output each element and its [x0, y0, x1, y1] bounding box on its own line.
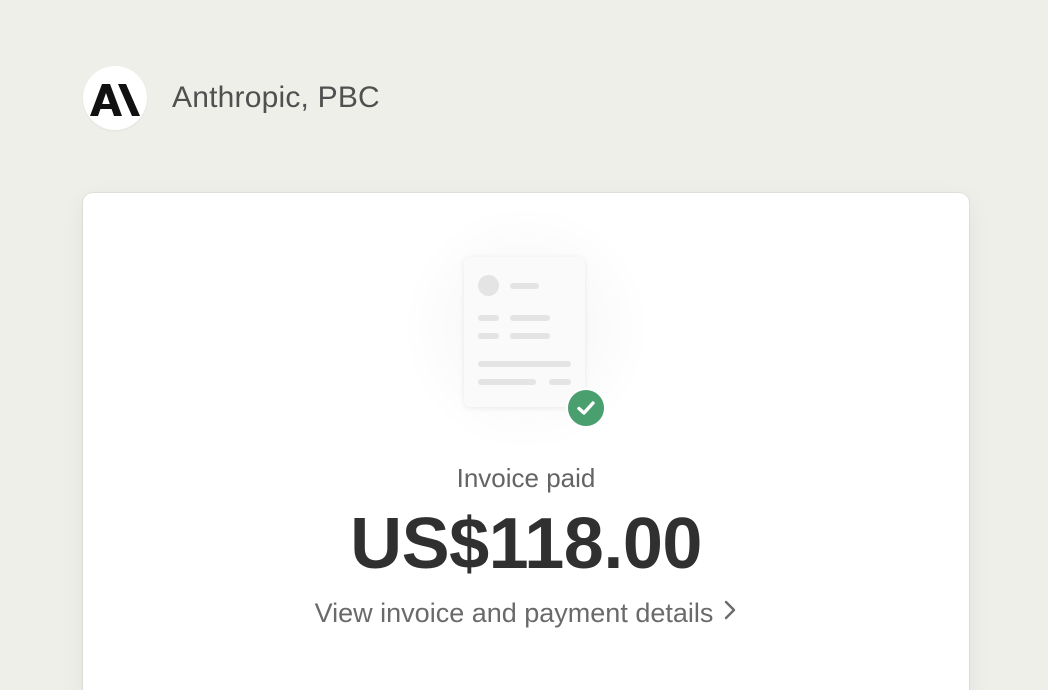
invoice-status: Invoice paid	[456, 463, 596, 493]
invoice-illustration	[396, 203, 656, 453]
merchant-header: Anthropic, PBC	[83, 66, 380, 130]
doc-line	[510, 333, 550, 339]
anthropic-logo-icon	[83, 66, 147, 130]
check-circle-icon	[566, 388, 606, 428]
doc-line	[478, 379, 536, 385]
invoice-document-icon	[464, 257, 585, 407]
doc-line	[549, 379, 571, 385]
doc-line	[478, 333, 499, 339]
view-invoice-details-link[interactable]: View invoice and payment details	[83, 598, 969, 629]
details-link-label: View invoice and payment details	[314, 598, 714, 628]
doc-line	[478, 315, 499, 321]
checkout-page: Anthropic, PBC Invoice paid US$118.00 Vi…	[0, 0, 1048, 690]
doc-line	[510, 283, 539, 289]
chevron-right-icon	[723, 597, 737, 628]
doc-line	[478, 361, 571, 367]
invoice-amount: US$118.00	[350, 504, 702, 584]
doc-avatar-dot	[478, 275, 499, 296]
merchant-name: Anthropic, PBC	[172, 81, 380, 114]
doc-line	[510, 315, 550, 321]
invoice-card: Invoice paid US$118.00 View invoice and …	[83, 193, 969, 690]
